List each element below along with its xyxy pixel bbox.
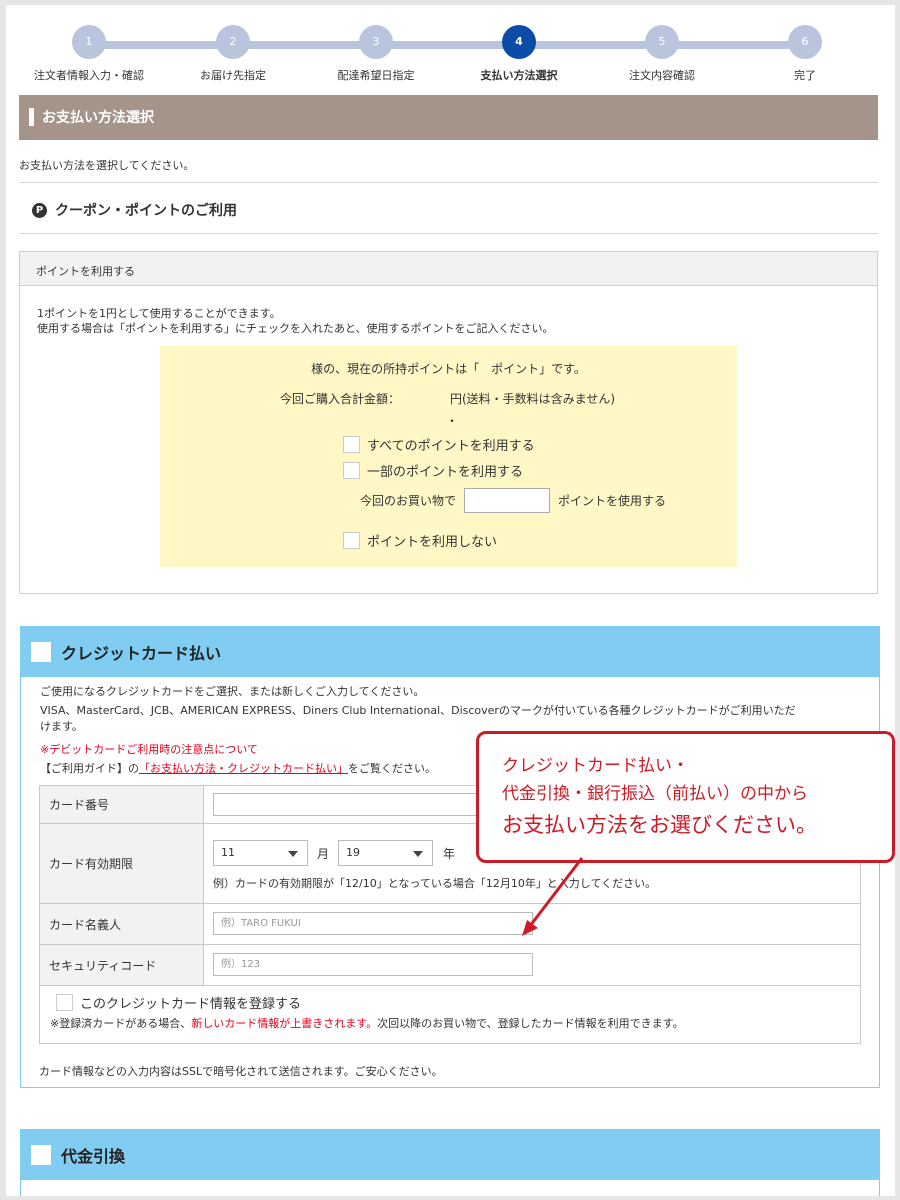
coupon-heading: P クーポン・ポイントのご利用 [32,200,237,220]
cod-radio[interactable] [31,1145,51,1165]
use-partial-points-option[interactable]: 一部のポイントを利用する [343,461,523,480]
no-points-checkbox[interactable] [343,532,360,549]
partial-points-row: 今回のお買い物で ポイントを使用する [360,488,666,513]
expiry-year-value: 19 [346,846,360,859]
cod-header[interactable]: 代金引換 [21,1130,879,1180]
coupon-title: クーポン・ポイントのご利用 [55,203,237,219]
section-header: お支払い方法選択 [19,95,878,140]
step-4: 4 支払い方法選択 [454,25,584,83]
no-points-option[interactable]: ポイントを利用しない [343,531,497,550]
cod-panel: 代金引換 [20,1129,880,1196]
divider [19,182,878,183]
step-1: 1 注文者情報入力・確認 [24,25,154,83]
section-title: お支払い方法選択 [42,110,154,126]
guide-line: 【ご利用ガイド】の「お支払い方法・クレジットカード払い」をご覧ください。 [40,761,436,777]
expiry-month-value: 11 [221,846,235,859]
no-points-label: ポイントを利用しない [367,535,498,550]
total-amount-dot: ・ [446,414,459,428]
register-note-warning: 新しいカード情報が上書きされます。 [191,1017,378,1030]
points-selection-panel: 様の、現在の所持ポイントは「 ポイント」です。 今回ご購入合計金額： 円(送料・… [160,346,737,567]
point-icon: P [32,202,47,218]
partial-points-suffix: ポイントを使用する [558,494,667,508]
register-note-prefix: ※登録済カードがある場合、 [50,1017,192,1030]
step-2-dot: 2 [216,25,250,59]
chevron-down-icon [288,851,298,857]
credit-card-radio[interactable] [31,642,51,662]
month-unit: 月 [317,847,330,861]
card-holder-label: カード名義人 [40,904,204,944]
step-3-dot: 3 [359,25,393,59]
callout-line2: 代金引換・銀行振込（前払い）の中から [502,784,808,804]
register-note-suffix: 次回以降のお買い物で、登録したカード情報を利用できます。 [377,1017,684,1030]
step-4-dot: 4 [502,25,536,59]
card-expiry-label: カード有効期限 [40,824,204,903]
points-panel-header: ポイントを利用する [20,252,877,286]
total-amount-value: 円(送料・手数料は含みません) [450,392,616,406]
guide-link[interactable]: 「お支払い方法・クレジットカード払い」 [139,762,348,775]
use-all-points-label: すべてのポイントを利用する [367,439,535,454]
card-holder-row: カード名義人 例）TARO FUKUI [40,904,860,945]
points-description: 1ポイントを1円として使用することができます。 使用する場合は「ポイントを利用す… [37,306,554,336]
points-desc-line1: 1ポイントを1円として使用することができます。 [37,307,281,320]
use-partial-points-checkbox[interactable] [343,462,360,479]
step-1-dot: 1 [72,25,106,59]
step-3: 3 配達希望日指定 [311,25,441,83]
use-all-points-checkbox[interactable] [343,436,360,453]
use-partial-points-label: 一部のポイントを利用する [367,465,524,480]
register-card-label: このクレジットカード情報を登録する [80,997,302,1012]
ssl-note: カード情報などの入力内容はSSLで暗号化されて送信されます。ご安心ください。 [39,1065,443,1078]
step-1-label: 注文者情報入力・確認 [34,69,144,82]
card-number-label: カード番号 [40,786,204,823]
partial-points-prefix: 今回のお買い物で [360,494,457,508]
expiry-month-select[interactable]: 11 [213,840,308,866]
cc-brands-line1: VISA、MasterCard、JCB、AMERICAN EXPRESS、Din… [40,704,796,717]
cc-brands-line2: けます。 [40,720,83,733]
points-panel: ポイントを利用する 1ポイントを1円として使用することができます。 使用する場合… [19,251,878,594]
step-4-label: 支払い方法選択 [480,69,558,82]
step-5-label: 注文内容確認 [629,69,695,82]
section-header-mark [29,108,34,126]
payment-callout: クレジットカード払い・ 代金引換・銀行振込（前払い）の中から お支払い方法をお選… [476,731,895,863]
divider [19,233,878,234]
callout-line3: お支払い方法をお選びください。 [502,813,817,837]
debit-note-link[interactable]: ※デビットカードご利用時の注意点について [40,742,258,758]
callout-line1: クレジットカード払い・ [502,756,689,776]
cc-instruction: ご使用になるクレジットカードをご選択、または新しくご入力してください。 [40,685,425,698]
guide-suffix: をご覧ください。 [348,762,436,775]
card-holder-input[interactable]: 例）TARO FUKUI [213,912,533,935]
security-code-row: セキュリティコード 例）123 [40,945,860,986]
guide-prefix: 【ご利用ガイド】の [40,762,139,775]
cod-title: 代金引換 [61,1147,126,1166]
use-all-points-option[interactable]: すべてのポイントを利用する [343,435,535,454]
current-points-text: 様の、現在の所持ポイントは「 ポイント」です。 [311,362,586,376]
step-6-dot: 6 [788,25,822,59]
register-card-option[interactable]: このクレジットカード情報を登録する [56,993,301,1012]
checkout-page: 1 注文者情報入力・確認 2 お届け先指定 3 配達希望日指定 4 支払い方法選… [6,5,895,1196]
credit-card-header[interactable]: クレジットカード払い [21,627,879,677]
security-code-label: セキュリティコード [40,945,204,985]
register-card-checkbox[interactable] [56,994,73,1011]
section-intro: お支払い方法を選択してください。 [19,159,195,172]
checkout-stepper: 1 注文者情報入力・確認 2 お届け先指定 3 配達希望日指定 4 支払い方法選… [6,5,895,95]
total-amount-label: 今回ご購入合計金額： [280,392,401,406]
step-5-dot: 5 [645,25,679,59]
security-code-input[interactable]: 例）123 [213,953,533,976]
step-6: 6 完了 [740,25,870,83]
credit-card-title: クレジットカード払い [61,644,222,663]
chevron-down-icon [413,851,423,857]
step-3-label: 配達希望日指定 [337,69,415,82]
expiry-example: 例）カードの有効期限が「12/10」となっている場合「12月10年」と入力してく… [213,877,657,890]
year-unit: 年 [443,847,456,861]
step-6-label: 完了 [794,69,816,82]
points-desc-line2: 使用する場合は「ポイントを利用する」にチェックを入れたあと、使用するポイントをご… [37,322,554,335]
step-5: 5 注文内容確認 [597,25,727,83]
partial-points-input[interactable] [464,488,551,513]
register-card-note: ※登録済カードがある場合、新しいカード情報が上書きされます。次回以降のお買い物で… [50,1015,684,1031]
expiry-year-select[interactable]: 19 [338,840,433,866]
step-2-label: お届け先指定 [200,69,266,82]
step-2: 2 お届け先指定 [168,25,298,83]
